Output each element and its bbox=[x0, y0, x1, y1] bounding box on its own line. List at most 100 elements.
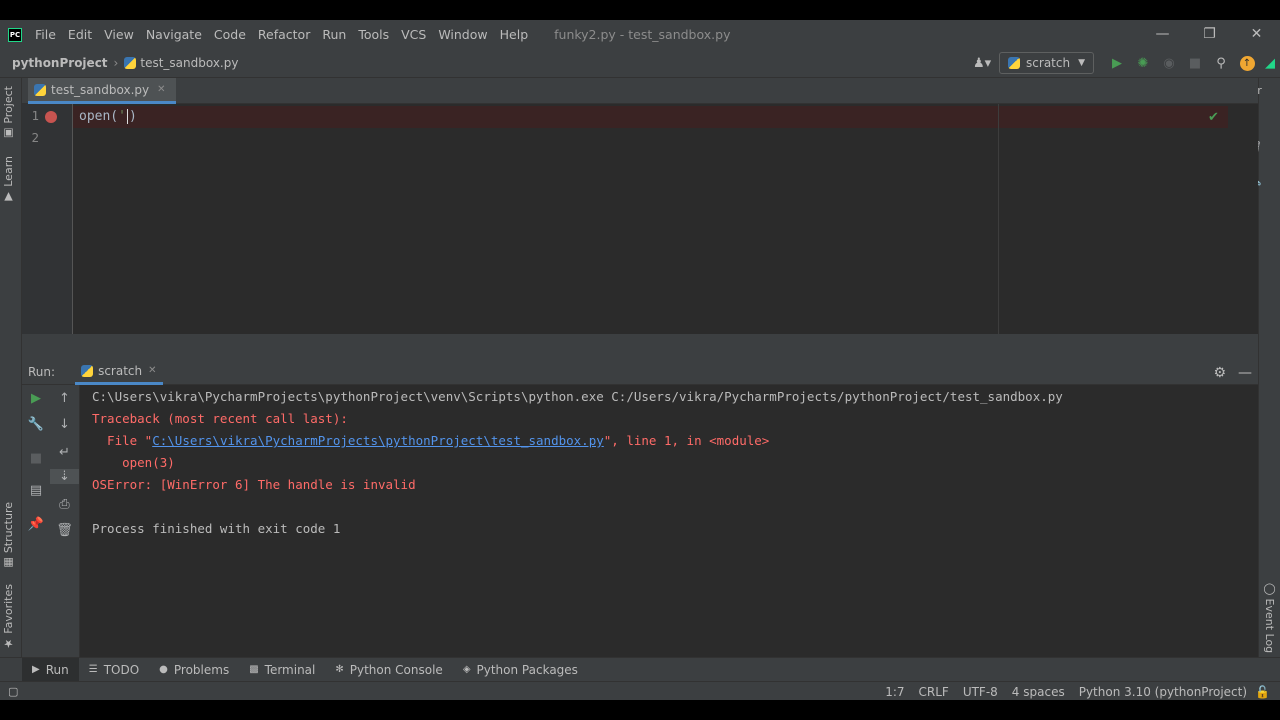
tool-window-toggle-icon[interactable]: ▢ bbox=[8, 685, 18, 698]
layout-icon[interactable]: ▤ bbox=[22, 483, 50, 498]
console-text: File " bbox=[92, 433, 153, 448]
line-number: 1 bbox=[31, 108, 39, 123]
run-configuration-selector[interactable]: scratch ▼ bbox=[999, 52, 1094, 74]
current-line-highlight bbox=[73, 106, 1228, 128]
code-editor[interactable]: open(') bbox=[73, 104, 1228, 334]
restore-icon[interactable]: ❐ bbox=[1186, 20, 1233, 49]
chevron-down-icon: ▼ bbox=[1078, 58, 1085, 68]
event-log-tool-tab[interactable]: ◯ Event Log bbox=[1263, 582, 1276, 653]
update-icon[interactable]: ↑ bbox=[1234, 55, 1260, 71]
navbar-actions: ♟▾ scratch ▼ ▶ ✺ ◉ ■ ⚲ ↑ ◢ bbox=[965, 49, 1280, 77]
menu-edit[interactable]: Edit bbox=[62, 27, 98, 42]
status-bar: ▢ 1:7 CRLF UTF-8 4 spaces Python 3.10 (p… bbox=[0, 681, 1280, 700]
pin-icon[interactable]: 📌 bbox=[22, 517, 50, 532]
tool-tab-todo[interactable]: ☰ TODO bbox=[79, 658, 149, 682]
close-icon[interactable]: ✕ bbox=[1233, 20, 1280, 49]
chevron-right-icon: › bbox=[113, 56, 119, 70]
console-code-line: open(3) bbox=[92, 455, 175, 470]
learn-tool-tab[interactable]: ▼ Learn bbox=[2, 156, 15, 203]
python-file-icon bbox=[1008, 57, 1021, 69]
close-tab-icon[interactable]: ✕ bbox=[157, 84, 165, 95]
run-console-output[interactable]: C:\Users\vikra\PycharmProjects\pythonPro… bbox=[80, 385, 1258, 657]
favorites-tool-label: Favorites bbox=[2, 584, 15, 634]
arrow-up-icon[interactable]: ↑ bbox=[50, 391, 79, 406]
traceback-file-link[interactable]: C:\Users\vikra\PycharmProjects\pythonPro… bbox=[152, 433, 604, 448]
code-token: open( bbox=[79, 109, 119, 124]
tool-tab-python-console[interactable]: ✻ Python Console bbox=[325, 658, 452, 682]
menu-file[interactable]: File bbox=[29, 27, 62, 42]
hide-icon[interactable]: — bbox=[1238, 365, 1252, 381]
minimize-icon[interactable]: — bbox=[1139, 20, 1186, 49]
editor-scrollbar-area[interactable]: ✔ bbox=[1208, 104, 1258, 334]
close-tab-icon[interactable]: ✕ bbox=[148, 365, 156, 376]
scroll-to-end-icon[interactable]: ⇣ bbox=[50, 469, 79, 484]
line-separator[interactable]: CRLF bbox=[919, 685, 949, 699]
menu-help[interactable]: Help bbox=[494, 27, 535, 42]
text-caret bbox=[126, 109, 128, 124]
console-traceback-line: Traceback (most recent call last): bbox=[92, 411, 348, 426]
run-icon[interactable]: ▶ bbox=[1104, 56, 1130, 71]
code-line-1[interactable]: open(') bbox=[79, 106, 137, 128]
python-console-icon: ✻ bbox=[335, 664, 344, 675]
project-tool-tab[interactable]: ▣ Project bbox=[2, 86, 15, 140]
tool-tab-label: Run bbox=[45, 662, 69, 677]
tool-tab-python-packages[interactable]: ◈ Python Packages bbox=[453, 658, 588, 682]
structure-tool-tab[interactable]: ▦ Structure bbox=[2, 502, 15, 570]
menu-vcs[interactable]: VCS bbox=[395, 27, 432, 42]
tool-tab-label: Python Packages bbox=[476, 662, 578, 677]
wrench-icon[interactable]: 🔧 bbox=[22, 417, 50, 432]
console-error-line: OSError: [WinError 6] The handle is inva… bbox=[92, 477, 416, 492]
menu-tools[interactable]: Tools bbox=[352, 27, 395, 42]
editor-tab-test-sandbox[interactable]: test_sandbox.py ✕ bbox=[28, 78, 176, 104]
trash-icon[interactable]: 🗑 bbox=[50, 523, 79, 538]
print-icon[interactable]: ⎙ bbox=[50, 497, 79, 512]
title-bar: PC File Edit View Navigate Code Refactor… bbox=[0, 20, 1280, 49]
run-toolbar-primary: ▶ 🔧 ■ ▤ 📌 bbox=[22, 385, 50, 657]
lock-icon[interactable]: 🔓 bbox=[1255, 685, 1270, 699]
tool-tab-terminal[interactable]: ▩ Terminal bbox=[239, 658, 325, 682]
stop-icon[interactable]: ■ bbox=[1182, 56, 1208, 71]
gear-icon[interactable]: ⚙ bbox=[1213, 365, 1226, 381]
menu-view[interactable]: View bbox=[98, 27, 140, 42]
inspection-ok-icon[interactable]: ✔ bbox=[1208, 110, 1219, 125]
soft-wrap-icon[interactable]: ↵ bbox=[50, 445, 79, 460]
run-tool-window-header: Run: scratch ✕ ⚙ — bbox=[22, 360, 1258, 385]
terminal-icon: ▩ bbox=[249, 664, 259, 675]
learn-tool-label: Learn bbox=[2, 156, 15, 187]
python-interpreter[interactable]: Python 3.10 (pythonProject) bbox=[1079, 685, 1247, 699]
tool-tab-run[interactable]: ▶ Run bbox=[22, 657, 79, 682]
stop-icon[interactable]: ■ bbox=[22, 451, 50, 466]
debug-icon[interactable]: ✺ bbox=[1130, 56, 1156, 71]
file-encoding[interactable]: UTF-8 bbox=[963, 685, 998, 699]
tool-tab-problems[interactable]: ● Problems bbox=[149, 658, 239, 682]
coverage-icon[interactable]: ◉ bbox=[1156, 56, 1182, 71]
breadcrumb-project[interactable]: pythonProject bbox=[12, 56, 108, 70]
code-string-token: ' bbox=[118, 109, 126, 124]
line-number: 2 bbox=[31, 130, 39, 145]
breakpoint-icon[interactable] bbox=[45, 111, 57, 123]
search-icon[interactable]: ⚲ bbox=[1208, 56, 1234, 71]
user-icon[interactable]: ♟▾ bbox=[965, 56, 999, 71]
run-tab-label: scratch bbox=[98, 363, 143, 378]
menu-run[interactable]: Run bbox=[316, 27, 352, 42]
editor-tab-bar: test_sandbox.py ✕ bbox=[22, 78, 1258, 104]
editor-gutter[interactable]: 1 2 bbox=[22, 104, 73, 334]
panel-splitter[interactable] bbox=[22, 334, 1258, 360]
run-icon: ▶ bbox=[32, 664, 40, 675]
caret-position[interactable]: 1:7 bbox=[885, 685, 904, 699]
menu-code[interactable]: Code bbox=[208, 27, 252, 42]
jetbrains-ai-icon[interactable]: ◢ bbox=[1260, 56, 1280, 71]
breadcrumb-file[interactable]: test_sandbox.py bbox=[140, 56, 238, 70]
tool-tab-label: Problems bbox=[173, 662, 230, 677]
menu-refactor[interactable]: Refactor bbox=[252, 27, 316, 42]
menu-window[interactable]: Window bbox=[432, 27, 493, 42]
console-file-line: File "C:\Users\vikra\PycharmProjects\pyt… bbox=[92, 430, 769, 452]
run-tab-scratch[interactable]: scratch ✕ bbox=[75, 360, 163, 385]
status-bar-widgets: 1:7 CRLF UTF-8 4 spaces Python 3.10 (pyt… bbox=[871, 682, 1270, 701]
rerun-icon[interactable]: ▶ bbox=[22, 391, 50, 406]
favorites-tool-tab[interactable]: ★ Favorites bbox=[2, 584, 15, 650]
indentation[interactable]: 4 spaces bbox=[1012, 685, 1065, 699]
event-log-label: Event Log bbox=[1263, 598, 1276, 654]
arrow-down-icon[interactable]: ↓ bbox=[50, 417, 79, 432]
menu-navigate[interactable]: Navigate bbox=[140, 27, 208, 42]
